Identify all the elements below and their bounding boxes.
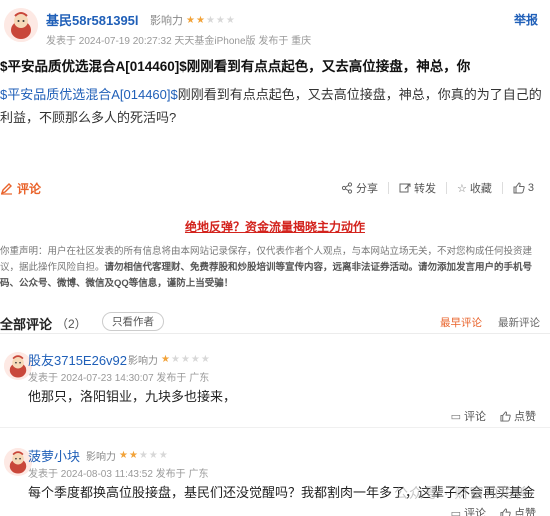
watermark: 公众号 · 财富独角兽 bbox=[394, 485, 530, 501]
post-meta: 发表于 2024-07-19 20:27:32 天天基金iPhone版 发布于 … bbox=[46, 36, 312, 47]
like-button[interactable]: 点赞 bbox=[500, 408, 536, 424]
promo-link[interactable]: 绝地反弹？资金流量揭晓主力动作 bbox=[0, 218, 550, 235]
action-divider bbox=[501, 182, 503, 194]
repost-icon bbox=[399, 183, 411, 193]
thumbs-up-icon bbox=[500, 410, 511, 422]
comment-icon: ▭ bbox=[450, 410, 461, 423]
reply-button[interactable]: ▭ 评论 bbox=[451, 408, 486, 424]
commenter-influence: 影响力 ★ ★ ★ ★ ★ bbox=[128, 352, 210, 367]
comment-icon: ▭ bbox=[450, 507, 461, 516]
like-label: 点赞 bbox=[514, 411, 536, 423]
comment-button[interactable]: 评论 bbox=[0, 180, 41, 197]
favorite-label: 收藏 bbox=[469, 183, 492, 195]
commenter-username[interactable]: 股友3715E26v92 bbox=[28, 350, 127, 369]
disclaimer: 你重声明：用户在社区发表的所有信息将由本网站记录保存，仅代表作者个人观点，与本网… bbox=[0, 244, 545, 292]
action-divider bbox=[446, 182, 447, 194]
rating-star-icon: ★ bbox=[190, 354, 200, 365]
repost-label: 转发 bbox=[414, 183, 436, 195]
like-button[interactable]: 点赞 bbox=[500, 505, 536, 516]
thumbs-up-icon bbox=[513, 182, 525, 194]
influence-stars: ★ ★ ★ ★ ★ bbox=[161, 354, 210, 365]
influence-label: 影响力 bbox=[150, 15, 183, 27]
influence-label: 影响力 bbox=[86, 452, 116, 463]
rating-star-icon: ★ bbox=[195, 14, 205, 26]
sort-latest-tab[interactable]: 最新评论 bbox=[498, 315, 540, 330]
influence-stars: ★ ★ ★ ★ ★ bbox=[186, 15, 235, 26]
author-only-button[interactable]: 只看作者 bbox=[102, 312, 164, 331]
post-body: $平安品质优选混合A[014460]$刚刚看到有点点起色，又去高位接盘，神总，你… bbox=[0, 83, 545, 129]
rating-star-icon: ★ bbox=[138, 450, 148, 461]
author-username[interactable]: 基民58r581395l bbox=[46, 10, 139, 29]
influence-label: 影响力 bbox=[128, 356, 158, 367]
comment-content: 他那只，洛阳钼业，九块多也接来， bbox=[28, 389, 237, 404]
action-divider bbox=[388, 182, 389, 194]
like-count: 3 bbox=[527, 182, 534, 194]
rating-star-icon: ★ bbox=[200, 354, 210, 365]
comment-meta: 发表于 2024-07-23 14:30:07 发布于 广东 bbox=[28, 373, 210, 384]
avatar-mascot-icon bbox=[4, 8, 38, 42]
like-label: 点赞 bbox=[514, 508, 536, 516]
rating-star-icon: ★ bbox=[180, 354, 190, 365]
comments-header: 全部评论 （2） 只看作者 最早评论 最新评论 bbox=[0, 306, 550, 334]
post-header: 基民58r581395l 影响力 ★ ★ ★ ★ ★ 发表于 2024-07-19 20… bbox=[0, 0, 550, 50]
post-title: $平安品质优选混合A[014460]$刚刚看到有点点起色，又去高位接盘，神总，你 bbox=[0, 59, 471, 74]
influence-stars: ★ ★ ★ ★ ★ bbox=[119, 450, 168, 461]
star-icon: ☆ bbox=[457, 182, 467, 195]
like-button[interactable]: 3 bbox=[513, 182, 534, 194]
fund-link[interactable]: $平安品质优选混合A[014460]$ bbox=[0, 87, 178, 102]
thumbs-up-icon bbox=[500, 507, 511, 516]
rating-star-icon: ★ bbox=[158, 450, 168, 461]
rating-star-icon: ★ bbox=[205, 14, 215, 26]
commenter-username[interactable]: 菠萝小块 bbox=[28, 446, 80, 465]
rating-star-icon: ★ bbox=[128, 450, 138, 461]
comments-count: （2） bbox=[56, 317, 87, 331]
pencil-icon bbox=[0, 183, 12, 195]
comment-meta: 发表于 2024-08-03 11:43:52 发布于 广东 bbox=[28, 469, 209, 480]
rating-star-icon: ★ bbox=[161, 354, 170, 365]
share-label: 分享 bbox=[356, 183, 378, 195]
reply-label: 评论 bbox=[464, 508, 486, 516]
rating-star-icon: ★ bbox=[170, 354, 180, 365]
rating-star-icon: ★ bbox=[119, 450, 128, 461]
reply-label: 评论 bbox=[464, 411, 486, 423]
favorite-button[interactable]: ☆ 收藏 bbox=[457, 180, 492, 196]
rating-star-icon: ★ bbox=[225, 14, 235, 26]
reply-button[interactable]: ▭ 评论 bbox=[451, 505, 486, 516]
comment-item: 菠萝小块 影响力 ★ ★ ★ ★ ★ 发表于 2024-08-03 11:43:52 发… bbox=[0, 444, 550, 516]
comments-title: 全部评论 bbox=[0, 317, 53, 332]
rating-star-icon: ★ bbox=[215, 14, 225, 26]
author-avatar[interactable] bbox=[4, 8, 38, 42]
rating-star-icon: ★ bbox=[186, 14, 195, 26]
commenter-influence: 影响力 ★ ★ ★ ★ ★ bbox=[86, 448, 168, 463]
comment-item: 股友3715E26v92 影响力 ★ ★ ★ ★ ★ 发表于 2024-07-23 14… bbox=[0, 348, 550, 428]
comment-label: 评论 bbox=[17, 182, 42, 196]
sort-earliest-tab[interactable]: 最早评论 bbox=[440, 315, 482, 330]
repost-button[interactable]: 转发 bbox=[399, 180, 436, 196]
post-action-bar: 评论 分享 转发 ☆ 收藏 3 bbox=[0, 176, 550, 200]
report-button[interactable]: 举报 bbox=[514, 11, 538, 28]
share-icon bbox=[341, 182, 353, 194]
author-influence: 影响力 ★ ★ ★ ★ ★ bbox=[150, 12, 235, 28]
share-button[interactable]: 分享 bbox=[341, 180, 378, 196]
rating-star-icon: ★ bbox=[148, 450, 158, 461]
